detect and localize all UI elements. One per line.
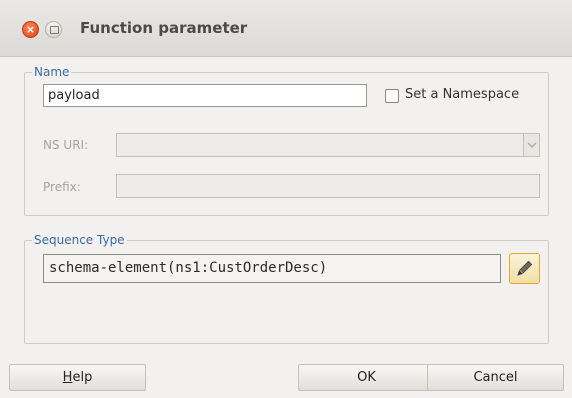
cancel-button[interactable]: Cancel <box>427 364 564 391</box>
edit-sequence-type-button[interactable] <box>509 253 540 284</box>
close-icon: × <box>25 23 36 36</box>
sequence-type-legend: Sequence Type <box>32 233 127 247</box>
title-bar: × Function parameter <box>0 0 572 57</box>
dialog-title: Function parameter <box>80 19 248 37</box>
prefix-label: Prefix: <box>43 180 81 194</box>
ok-button[interactable]: OK <box>298 364 435 391</box>
close-window-button[interactable]: × <box>22 21 39 38</box>
maximize-window-button[interactable] <box>45 21 62 38</box>
ns-uri-label: NS URI: <box>43 138 89 152</box>
pencil-icon <box>517 260 533 276</box>
help-button[interactable]: Help <box>9 364 146 391</box>
ns-uri-combobox <box>116 133 540 157</box>
name-group-legend: Name <box>32 65 72 79</box>
set-namespace-checkbox[interactable] <box>385 89 399 103</box>
chevron-down-icon <box>527 142 536 148</box>
name-input[interactable]: payload <box>43 84 367 107</box>
ns-uri-dropdown-button <box>523 134 539 156</box>
prefix-input <box>116 174 540 198</box>
set-namespace-label[interactable]: Set a Namespace <box>405 87 519 102</box>
sequence-type-field: schema-element(ns1:CustOrderDesc) <box>43 254 501 283</box>
